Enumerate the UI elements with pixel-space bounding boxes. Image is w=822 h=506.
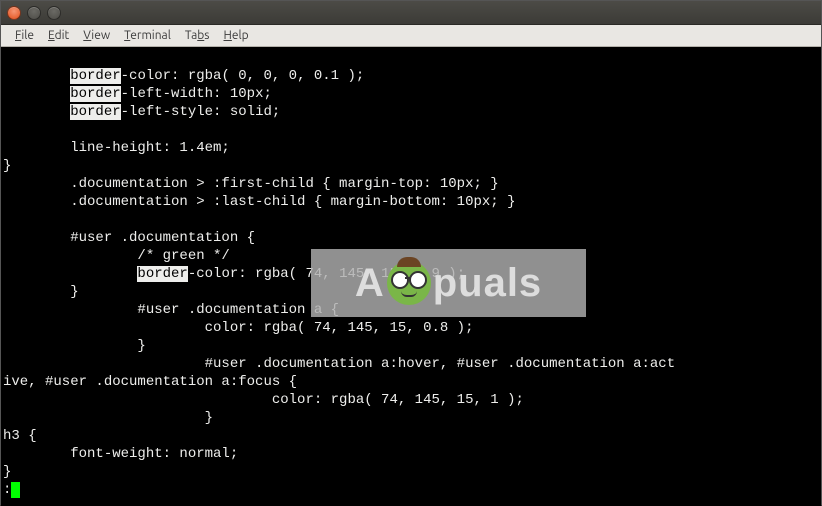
menu-tabs[interactable]: Tabs — [179, 27, 216, 44]
code-line: .documentation > :first-child { margin-t… — [3, 176, 499, 192]
code-line: #user .documentation a { — [3, 302, 339, 318]
code-line: font-weight: normal; — [3, 446, 238, 462]
search-highlight: border — [137, 266, 187, 282]
code-line: } — [3, 464, 11, 480]
code-line: border-left-width: 10px; — [3, 86, 272, 102]
cursor-icon — [11, 482, 20, 498]
menu-edit[interactable]: Edit — [42, 27, 75, 44]
search-highlight: border — [70, 104, 120, 120]
window-titlebar — [1, 1, 821, 25]
code-line: .documentation > :last-child { margin-bo… — [3, 194, 515, 210]
code-line: } — [3, 338, 146, 354]
code-line: } — [3, 158, 11, 174]
menu-view[interactable]: View — [77, 27, 116, 44]
search-highlight: border — [70, 86, 120, 102]
minimize-icon[interactable] — [27, 6, 41, 20]
watermark-overlay: A puals — [311, 249, 586, 317]
nerd-face-icon — [387, 261, 431, 305]
vi-prompt-line: : — [3, 482, 20, 498]
code-line: ive, #user .documentation a:focus { — [3, 374, 297, 390]
terminal-viewport[interactable]: border-color: rgba( 0, 0, 0, 0.1 ); bord… — [1, 47, 821, 506]
code-line: color: rgba( 74, 145, 15, 1 ); — [3, 392, 524, 408]
code-line: #user .documentation a:hover, #user .doc… — [3, 356, 675, 372]
maximize-icon[interactable] — [47, 6, 61, 20]
code-line: } — [3, 284, 79, 300]
code-line: border-left-style: solid; — [3, 104, 280, 120]
search-highlight: border — [70, 68, 120, 84]
code-line: border-color: rgba( 0, 0, 0, 0.1 ); — [3, 68, 364, 84]
menu-help[interactable]: Help — [218, 27, 255, 44]
watermark-text-prefix: A — [355, 274, 385, 292]
window-controls — [7, 6, 61, 20]
code-line: /* green */ — [3, 248, 230, 264]
code-line: line-height: 1.4em; — [3, 140, 230, 156]
menubar: File Edit View Terminal Tabs Help — [1, 25, 821, 47]
code-line: } — [3, 410, 213, 426]
close-icon[interactable] — [7, 6, 21, 20]
code-line: #user .documentation { — [3, 230, 255, 246]
menu-file[interactable]: File — [9, 27, 40, 44]
code-line: h3 { — [3, 428, 37, 444]
menu-terminal[interactable]: Terminal — [118, 27, 177, 44]
